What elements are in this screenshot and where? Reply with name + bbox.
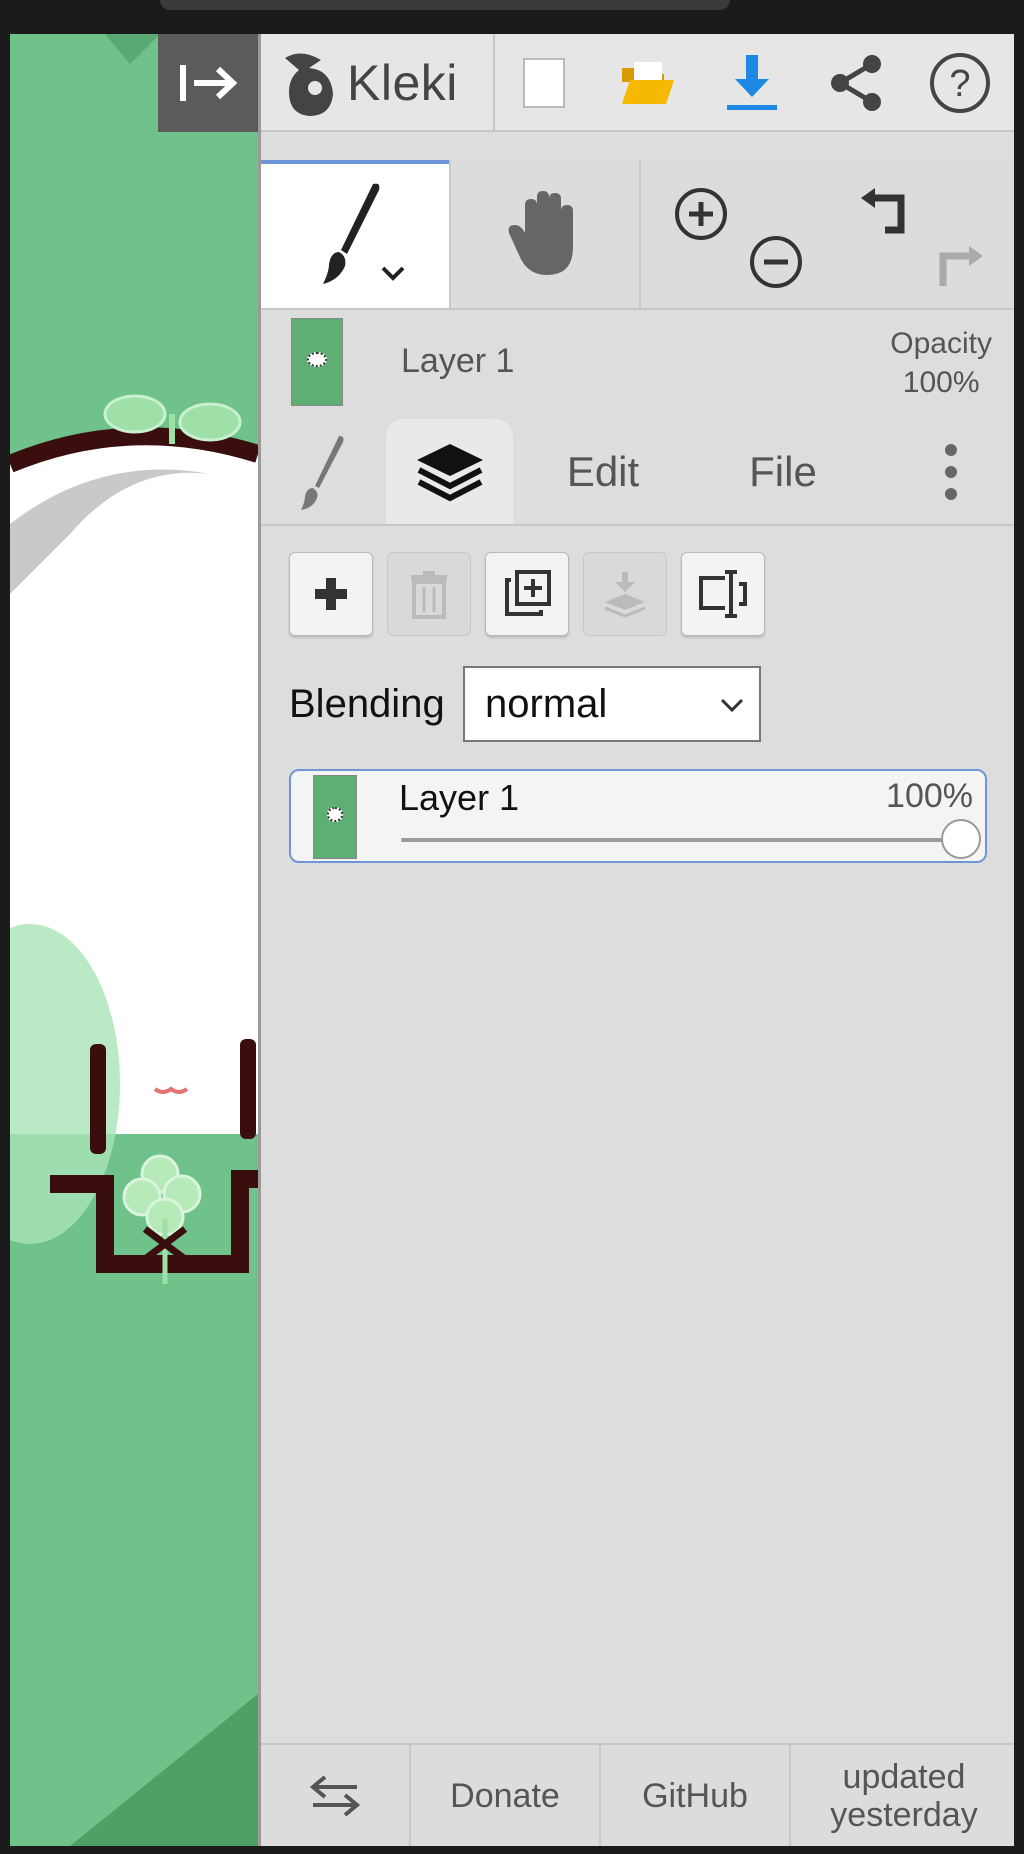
more-menu-button[interactable] xyxy=(901,419,1001,524)
tool-row xyxy=(261,160,1017,310)
brush-tool-button[interactable] xyxy=(261,160,449,308)
redo-icon xyxy=(939,246,983,286)
merge-down-icon xyxy=(604,572,646,618)
chevron-down-icon xyxy=(720,698,744,713)
tool-divider xyxy=(639,160,641,308)
opacity-value: 100% xyxy=(902,366,980,399)
collapse-arrow-icon xyxy=(180,65,238,101)
new-image-button[interactable] xyxy=(509,48,579,118)
app-title: Kleki xyxy=(347,55,458,111)
layer-item-name: Layer 1 xyxy=(399,777,520,818)
open-folder-icon xyxy=(622,62,674,104)
top-toolbar: Kleki ? xyxy=(261,34,1017,132)
kleki-logo[interactable]: Kleki xyxy=(281,46,458,120)
updated-line-1: updated xyxy=(842,1757,966,1796)
swap-side-button[interactable] xyxy=(261,1745,409,1846)
brush-tool-icon xyxy=(323,183,405,284)
side-panel: Kleki ? Layer 1 Opacity 100% Edit File B… xyxy=(258,34,1017,1846)
screen-edge xyxy=(1014,34,1024,1846)
layer-item-opacity: 100% xyxy=(886,777,973,815)
delete-layer-button[interactable] xyxy=(387,552,471,636)
redo-button[interactable] xyxy=(917,224,997,304)
share-icon xyxy=(831,55,881,111)
svg-text:?: ? xyxy=(949,63,970,105)
blending-select[interactable]: normal xyxy=(463,666,761,742)
hand-tool-icon xyxy=(508,191,573,275)
toolbar-divider xyxy=(493,34,495,130)
layer-list-item[interactable]: Layer 1 100% xyxy=(289,769,987,863)
zoom-out-button[interactable] xyxy=(736,222,816,302)
drawing-canvas[interactable] xyxy=(10,34,258,1846)
layer-thumbnail xyxy=(291,318,343,406)
screen-edge xyxy=(0,1846,1024,1854)
blending-value: normal xyxy=(485,681,608,726)
collapse-panel-button[interactable] xyxy=(158,34,258,132)
download-button[interactable] xyxy=(717,48,787,118)
duplicate-layer-icon xyxy=(505,570,551,616)
canvas-artwork xyxy=(10,34,258,1846)
panel-tabs: Edit File xyxy=(261,419,1017,526)
hand-tool-button[interactable] xyxy=(451,160,639,308)
current-layer-name: Layer 1 xyxy=(401,342,515,380)
github-link[interactable]: GitHub xyxy=(601,1745,789,1846)
undo-button[interactable] xyxy=(847,174,927,254)
current-layer-info: Layer 1 Opacity 100% xyxy=(261,314,1017,409)
rename-layer-icon xyxy=(699,570,747,618)
tab-file[interactable]: File xyxy=(693,419,873,524)
layer-opacity-slider-handle[interactable] xyxy=(941,819,981,859)
more-vertical-icon xyxy=(945,443,957,500)
swap-side-icon xyxy=(309,1774,361,1817)
add-layer-button[interactable] xyxy=(289,552,373,636)
delete-layer-icon xyxy=(411,571,447,619)
updated-line-2: yesterday xyxy=(830,1795,978,1834)
layer-item-thumbnail xyxy=(313,775,357,859)
layer-opacity-slider-track[interactable] xyxy=(401,838,961,842)
tab-layers[interactable] xyxy=(386,419,513,524)
screen-edge xyxy=(0,34,10,1846)
donate-link[interactable]: Donate xyxy=(411,1745,599,1846)
rename-layer-button[interactable] xyxy=(681,552,765,636)
opacity-label: Opacity xyxy=(890,327,992,360)
blending-label: Blending xyxy=(289,682,445,726)
zoom-in-button[interactable] xyxy=(661,174,741,254)
download-icon xyxy=(727,55,777,110)
layers-icon xyxy=(416,443,483,501)
tab-brush[interactable] xyxy=(261,419,381,524)
share-button[interactable] xyxy=(821,48,891,118)
help-icon: ? xyxy=(930,53,990,113)
help-button[interactable]: ? xyxy=(925,48,995,118)
tab-edit[interactable]: Edit xyxy=(513,419,693,524)
undo-icon xyxy=(861,188,905,234)
zoom-in-icon xyxy=(675,188,727,240)
layer-opacity-readout: Opacity 100% xyxy=(890,324,992,402)
duplicate-layer-button[interactable] xyxy=(485,552,569,636)
new-image-icon xyxy=(523,58,565,108)
open-file-button[interactable] xyxy=(613,48,683,118)
kleki-logo-icon xyxy=(285,53,333,116)
changelog-link[interactable]: updated yesterday xyxy=(791,1745,1017,1846)
brush-icon xyxy=(301,435,344,510)
merge-down-button[interactable] xyxy=(583,552,667,636)
camera-notch xyxy=(160,0,730,10)
zoom-out-icon xyxy=(750,236,802,288)
add-layer-icon xyxy=(315,578,347,610)
panel-footer: Donate GitHub updated yesterday xyxy=(261,1743,1017,1846)
